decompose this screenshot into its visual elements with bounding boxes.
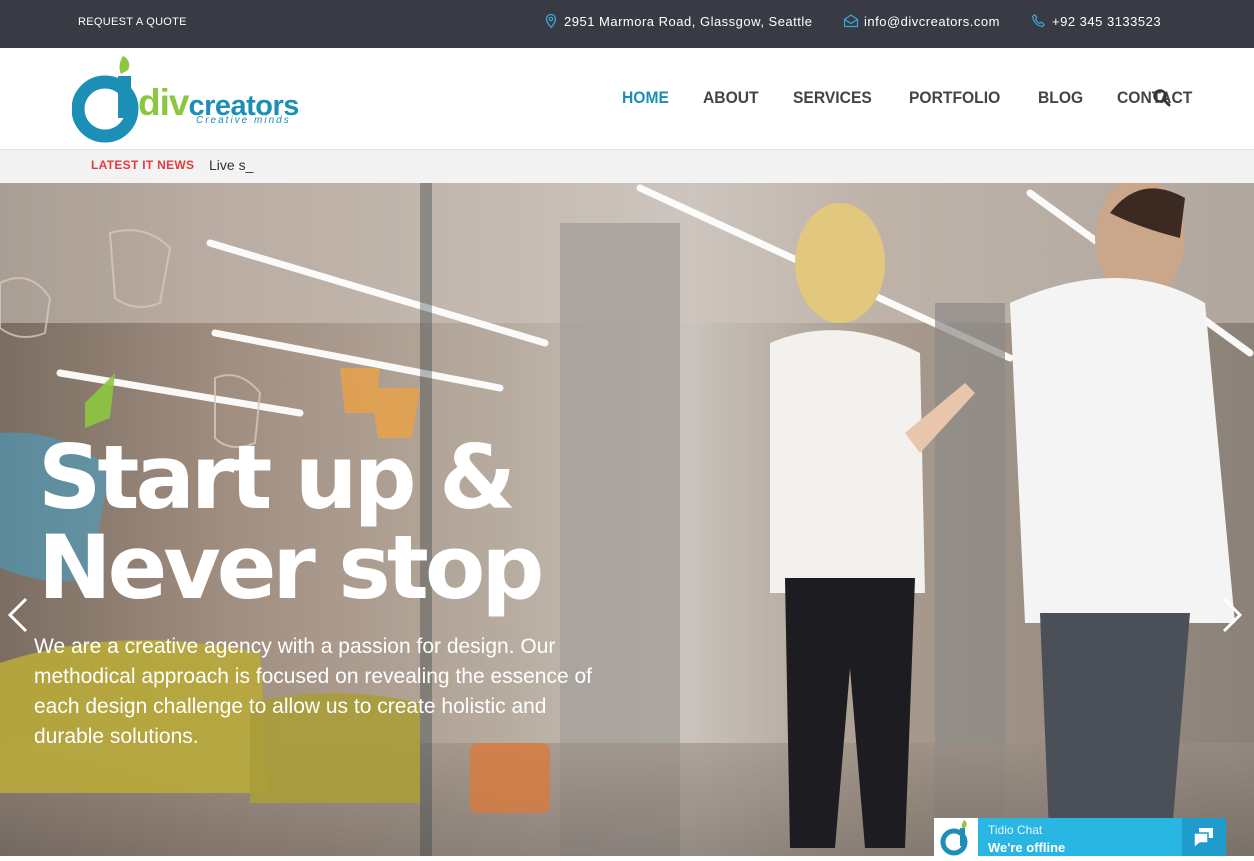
hero-title-line-1: Start up &: [38, 426, 516, 529]
chat-logo: [934, 818, 978, 856]
search-icon[interactable]: [1152, 88, 1172, 108]
hero-slider: Start up & Never stop We are a creative …: [0, 183, 1254, 856]
chat-widget[interactable]: Tidio Chat We're offline: [934, 818, 1226, 856]
nav-item-portfolio[interactable]: PORTFOLIO: [909, 88, 1000, 108]
news-ticker: LATEST IT NEWS Live s_: [0, 150, 1254, 184]
request-quote-link[interactable]: REQUEST A QUOTE: [78, 16, 187, 28]
hero-title-line-2: Never stop: [38, 516, 544, 619]
site-header: divcreators Creative minds HOME ABOUT SE…: [0, 48, 1254, 150]
phone-item[interactable]: +92 345 3133523: [1031, 13, 1161, 29]
slider-next-arrow-icon[interactable]: [1216, 595, 1246, 635]
chat-logo-icon: [940, 820, 968, 856]
envelope-icon: [843, 14, 859, 28]
logo-tagline: Creative minds: [196, 115, 291, 126]
logo-prefix: div: [138, 82, 189, 123]
news-ticker-text[interactable]: Live s_: [209, 157, 253, 173]
address-item: 2951 Marmora Road, Glassgow, Seattle: [543, 13, 813, 29]
chat-open-button[interactable]: [1182, 818, 1226, 856]
slider-prev-arrow-icon[interactable]: [4, 595, 34, 635]
site-logo[interactable]: divcreators Creative minds: [72, 52, 312, 144]
nav-item-services[interactable]: SERVICES: [793, 88, 872, 108]
email-item[interactable]: info@divcreators.com: [843, 13, 1000, 29]
address-text: 2951 Marmora Road, Glassgow, Seattle: [564, 13, 813, 29]
top-bar: REQUEST A QUOTE 2951 Marmora Road, Glass…: [0, 0, 1254, 48]
chat-status: We're offline: [988, 840, 1066, 855]
nav-item-blog[interactable]: BLOG: [1038, 88, 1083, 108]
map-pin-icon: [545, 13, 557, 29]
hero-description: We are a creative agency with a passion …: [34, 635, 593, 748]
phone-text[interactable]: +92 345 3133523: [1052, 14, 1161, 29]
nav-item-home[interactable]: HOME: [622, 88, 669, 108]
chat-title: Tidio Chat: [988, 823, 1043, 837]
news-ticker-label: LATEST IT NEWS: [91, 158, 195, 172]
phone-icon: [1032, 14, 1045, 28]
hero-title: Start up & Never stop: [38, 426, 544, 619]
nav-item-about[interactable]: ABOUT: [703, 88, 759, 108]
email-text[interactable]: info@divcreators.com: [864, 14, 1000, 29]
chat-bubble-icon: [1193, 828, 1213, 850]
logo-mark-icon: [72, 56, 139, 143]
main-nav: HOME ABOUT SERVICES PORTFOLIO BLOG CONTA…: [622, 88, 1229, 108]
